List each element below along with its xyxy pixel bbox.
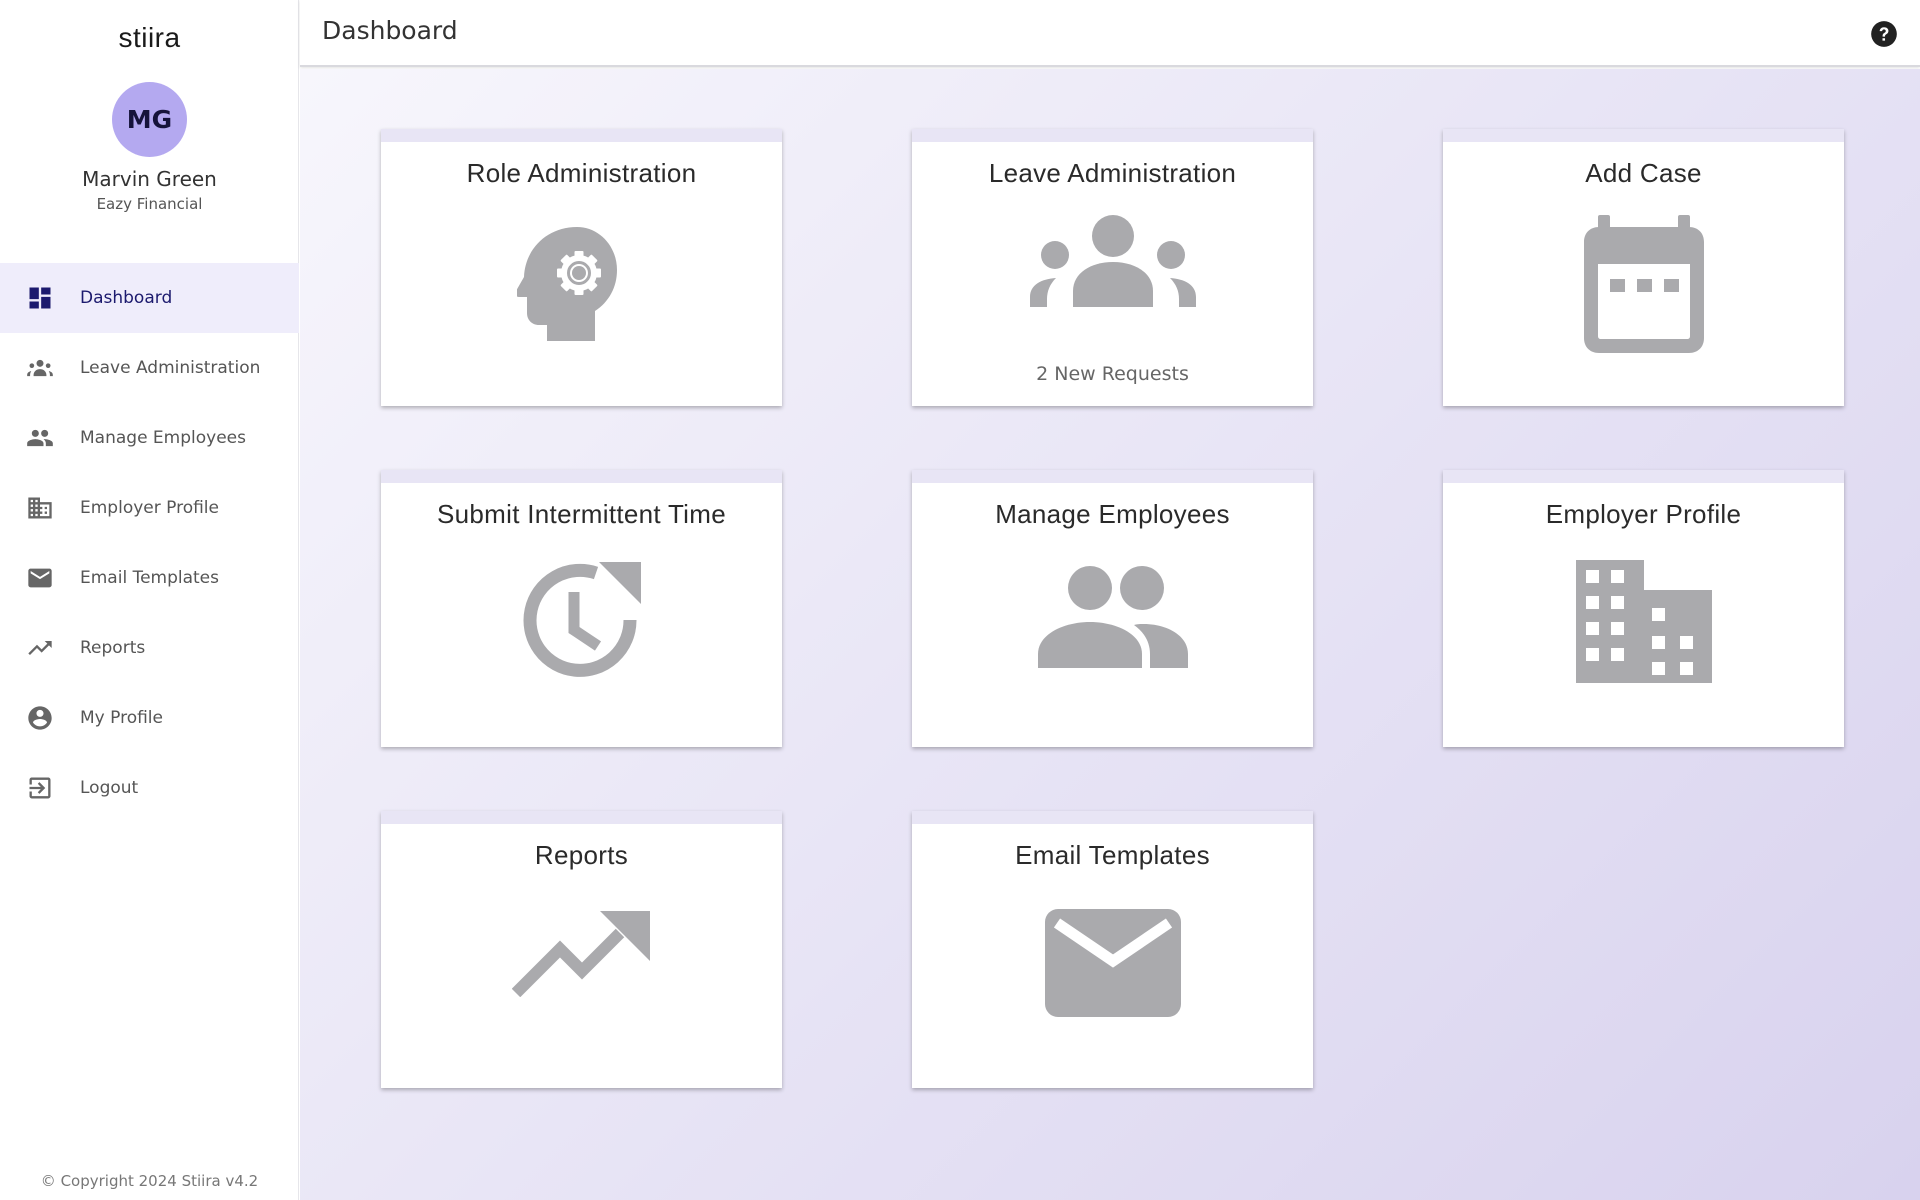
psychology-gear-icon xyxy=(381,219,782,349)
sidebar-item-reports[interactable]: Reports xyxy=(0,613,299,683)
sidebar-item-label: Manage Employees xyxy=(80,428,246,448)
dashboard-icon xyxy=(26,284,54,312)
card-reports[interactable]: Reports xyxy=(381,811,782,1088)
copyright-text: Copyright 2024 Stiira v4.2 xyxy=(60,1172,259,1190)
card-top-bar xyxy=(912,811,1313,824)
trending-up-icon xyxy=(26,634,54,662)
sidebar: stiira MG Marvin Green Eazy Financial Da… xyxy=(0,0,299,1200)
groups-icon xyxy=(912,209,1313,309)
building-icon xyxy=(26,494,54,522)
card-leave-administration[interactable]: Leave Administration 2 New Requests xyxy=(912,129,1313,406)
card-role-administration[interactable]: Role Administration xyxy=(381,129,782,406)
card-add-case[interactable]: Add Case xyxy=(1443,129,1844,406)
logout-icon xyxy=(26,774,54,802)
sidebar-item-manage-employees[interactable]: Manage Employees xyxy=(0,403,299,473)
mail-icon xyxy=(912,907,1313,1019)
groups-icon xyxy=(26,354,54,382)
help-icon[interactable] xyxy=(1870,20,1898,48)
sidebar-item-my-profile[interactable]: My Profile xyxy=(0,683,299,753)
card-top-bar xyxy=(912,470,1313,483)
sidebar-item-label: Leave Administration xyxy=(80,358,261,378)
sidebar-item-label: Dashboard xyxy=(80,288,173,308)
card-manage-employees[interactable]: Manage Employees xyxy=(912,470,1313,747)
sidebar-item-leave-administration[interactable]: Leave Administration xyxy=(0,333,299,403)
clock-refresh-icon xyxy=(381,558,782,688)
card-top-bar xyxy=(1443,470,1844,483)
page-title: Dashboard xyxy=(322,16,458,45)
sidebar-item-label: My Profile xyxy=(80,708,163,728)
user-name: Marvin Green xyxy=(82,167,217,191)
top-header: Dashboard xyxy=(300,0,1920,67)
sidebar-item-label: Employer Profile xyxy=(80,498,219,518)
stiira-logo[interactable]: stiira xyxy=(0,22,299,54)
card-submit-intermittent-time[interactable]: Submit Intermittent Time xyxy=(381,470,782,747)
account-circle-icon xyxy=(26,704,54,732)
card-top-bar xyxy=(381,129,782,142)
card-top-bar xyxy=(381,470,782,483)
trending-up-icon xyxy=(381,907,782,997)
sidebar-item-email-templates[interactable]: Email Templates xyxy=(0,543,299,613)
sidebar-item-label: Email Templates xyxy=(80,568,219,588)
calendar-icon xyxy=(1443,213,1844,353)
dashboard-main: Role Administration Leave Administration… xyxy=(300,69,1920,1200)
sidebar-item-logout[interactable]: Logout xyxy=(0,753,299,823)
card-title: Leave Administration xyxy=(988,158,1237,188)
new-requests-count: 2 New Requests xyxy=(1036,363,1189,385)
card-title: Email Templates xyxy=(1015,840,1210,870)
people-icon xyxy=(912,558,1313,668)
card-title: Employer Profile xyxy=(1545,499,1742,529)
card-top-bar xyxy=(1443,129,1844,142)
avatar[interactable]: MG xyxy=(112,82,187,157)
card-top-bar xyxy=(381,811,782,824)
card-title: Manage Employees xyxy=(995,499,1230,529)
card-top-bar xyxy=(912,129,1313,142)
sidebar-item-dashboard[interactable]: Dashboard xyxy=(0,263,299,333)
mail-icon xyxy=(26,564,54,592)
sidebar-nav: Dashboard Leave Administration Manage Em… xyxy=(0,263,299,823)
card-title: Reports xyxy=(534,840,629,870)
sidebar-item-label: Logout xyxy=(80,778,139,798)
card-title: Submit Intermittent Time xyxy=(437,499,726,529)
sidebar-item-employer-profile[interactable]: Employer Profile xyxy=(0,473,299,543)
card-title: Add Case xyxy=(1585,158,1702,188)
card-email-templates[interactable]: Email Templates xyxy=(912,811,1313,1088)
building-icon xyxy=(1443,558,1844,683)
card-employer-profile[interactable]: Employer Profile xyxy=(1443,470,1844,747)
user-company: Eazy Financial xyxy=(96,195,203,213)
card-title: Role Administration xyxy=(466,158,697,188)
people-icon xyxy=(26,424,54,452)
copyright-icon: © xyxy=(40,1172,56,1190)
copyright: © Copyright 2024 Stiira v4.2 xyxy=(0,1172,299,1190)
sidebar-item-label: Reports xyxy=(80,638,146,658)
